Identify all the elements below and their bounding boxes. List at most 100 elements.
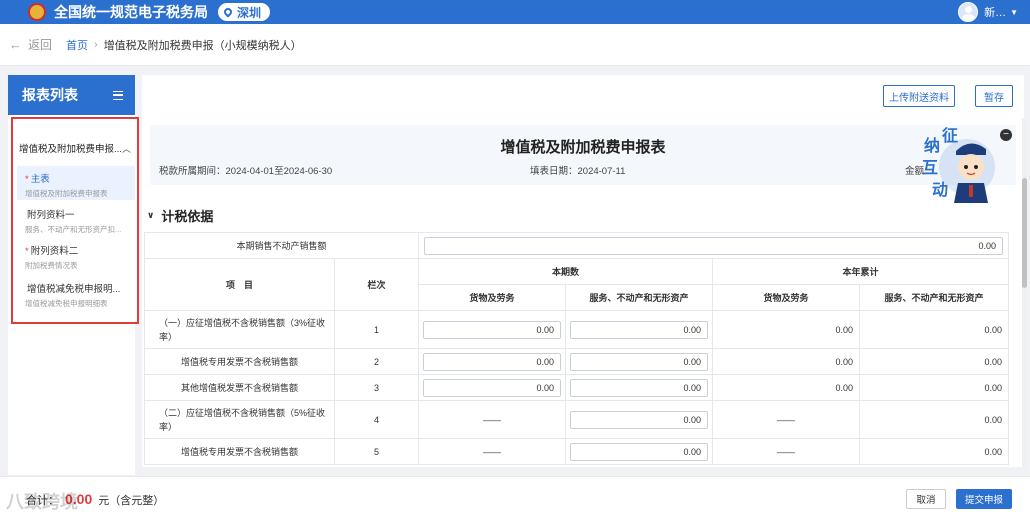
mascot-char: 动 <box>932 181 948 199</box>
sidebar-item-main-form[interactable]: * 主表 增值税及附加税费申报表 <box>17 166 135 200</box>
column-header-service: 服务、不动产和无形资产 <box>565 284 714 311</box>
section-title: 计税依据 <box>161 209 214 224</box>
app-title: 全国统一规范电子税务局 <box>54 4 208 20</box>
chevron-right-icon: › <box>94 38 98 51</box>
sidebar-item-subtitle: 附加税费情况表 <box>25 261 78 270</box>
sidebar-item-subtitle: 增值税减免税申报明细表 <box>25 299 108 308</box>
not-applicable-dash: —— <box>712 400 861 439</box>
table-header-row: 项 目 栏次 本期数 本年累计 <box>144 258 1010 311</box>
form-header: 增值税及附加税费申报表 税款所属期间：2024-04-01至2024-06-30… <box>150 125 1016 185</box>
not-applicable-dash: —— <box>712 438 861 465</box>
sidebar-item-label: 附列资料二 <box>30 246 79 257</box>
sidebar-item-label: 附列资料一 <box>27 210 75 221</box>
fill-date: 填表日期：2024-07-11 <box>530 166 626 177</box>
column-header-current: 本期数 <box>418 258 714 285</box>
arrow-left-icon: ← <box>9 37 22 52</box>
sidebar-item-subtitle: 服务、不动产和无形资产扣... <box>25 225 122 234</box>
report-group-header[interactable]: 增值税及附加税费申报... ︿ <box>19 141 131 156</box>
user-menu[interactable]: 新… ▼ <box>958 2 1018 22</box>
not-applicable-dash: —— <box>418 400 567 439</box>
sidebar-item-subtitle: 增值税及附加税费申报表 <box>25 189 108 198</box>
ytd-goods-value: 0.00 <box>712 310 861 349</box>
watermark-logo: 八致跨境 <box>6 492 78 512</box>
ytd-service-value: 0.00 <box>859 310 1010 349</box>
mascot-char: 纳 <box>924 136 940 155</box>
menu-icon[interactable] <box>113 90 123 100</box>
back-button[interactable]: ← 返回 <box>9 36 52 53</box>
row-item-label: （一）应征增值税不含税销售额（3%征收率） <box>144 310 335 349</box>
breadcrumb-home-link[interactable]: 首页 <box>66 37 88 53</box>
ytd-goods-value: 0.00 <box>712 374 861 401</box>
required-mark: * <box>25 246 29 257</box>
city-selector[interactable]: 深圳 <box>218 3 271 21</box>
mascot-assistant[interactable]: 纳 征 互 动 <box>920 127 1006 203</box>
table-row: 本期销售不动产销售额 0.00 <box>143 232 1010 259</box>
vertical-scrollbar[interactable] <box>1022 118 1027 467</box>
table-row: 其他增值税发票不含税销售额 3 0.00 0.00 0.00 0.00 <box>144 374 1010 401</box>
column-header-service-ytd: 服务、不动产和无形资产 <box>859 284 1010 311</box>
location-pin-icon <box>222 6 234 18</box>
back-label: 返回 <box>28 38 53 52</box>
upload-attachments-button[interactable]: 上传附送资料 <box>883 85 955 107</box>
column-header-line: 栏次 <box>333 258 420 311</box>
required-mark: * <box>25 174 29 185</box>
table-cell: 0.00 <box>418 232 1010 259</box>
report-group-label: 增值税及附加税费申报... <box>19 144 122 155</box>
goods-input[interactable]: 0.00 <box>423 320 562 339</box>
service-input[interactable]: 0.00 <box>570 352 709 371</box>
tax-period: 税款所属期间：2024-04-01至2024-06-30 <box>159 166 333 177</box>
row-line-number: 3 <box>333 374 420 401</box>
table-cell: 本期销售不动产销售额 <box>143 232 420 259</box>
sidebar-item-schedule-2[interactable]: * 附列资料二 附加税费情况表 <box>17 238 135 272</box>
submit-declaration-button[interactable]: 提交申报 <box>956 489 1012 509</box>
chevron-up-icon: ︿ <box>121 143 131 154</box>
mascot-char: 互 <box>922 159 938 177</box>
tax-emblem-icon <box>28 3 46 21</box>
row-item-label: 其他增值税发票不含税销售额 <box>144 374 335 401</box>
main-content: 上传附送资料 暂存 增值税及附加税费申报表 税款所属期间：2024-04-01至… <box>142 75 1024 467</box>
sidebar-item-label: 增值税减免税申报明... <box>27 284 121 295</box>
goods-input[interactable]: 0.00 <box>423 378 562 397</box>
section-header[interactable]: ∨ 计税依据 <box>147 206 213 225</box>
top-bar: 全国统一规范电子税务局 深圳 新… ▼ <box>0 0 1030 24</box>
mascot-char: 征 <box>942 127 958 145</box>
service-input[interactable]: 0.00 <box>570 378 709 397</box>
sidebar-item-schedule-1[interactable]: 附列资料一 服务、不动产和无形资产扣... <box>17 202 135 236</box>
row-item-label: 增值税专用发票不含税销售额 <box>144 438 335 465</box>
ytd-service-value: 0.00 <box>859 348 1010 375</box>
ytd-service-value: 0.00 <box>859 400 1010 439</box>
goods-input[interactable]: 0.00 <box>423 352 562 371</box>
ytd-service-value: 0.00 <box>859 374 1010 401</box>
sidebar-item-reduction-detail[interactable]: 增值税减免税申报明... 增值税减免税申报明细表 <box>17 276 135 310</box>
row-item-label: （二）应征增值税不含税销售额（5%征收率） <box>144 400 335 439</box>
tax-basis-table: 本期销售不动产销售额 0.00 项 目 栏次 本期数 本年累计 货物及劳务 服务… <box>143 232 1010 465</box>
breadcrumb-current: 增值税及附加税费申报（小规模纳税人） <box>103 39 302 52</box>
form-title: 增值税及附加税费申报表 <box>500 139 666 156</box>
save-draft-button[interactable]: 暂存 <box>975 85 1013 107</box>
table-row: 增值税专用发票不含税销售额 5 —— 0.00 —— 0.00 <box>144 438 1010 465</box>
report-list: 增值税及附加税费申报... ︿ * 主表 增值税及附加税费申报表 附列资料一 服务… <box>11 117 139 324</box>
column-header-goods-ytd: 货物及劳务 <box>712 284 861 311</box>
user-name: 新… <box>984 7 1007 19</box>
sidebar-item-label: 主表 <box>30 174 50 185</box>
table-row: （二）应征增值税不含税销售额（5%征收率） 4 —— 0.00 —— 0.00 <box>144 400 1010 439</box>
column-header-goods: 货物及劳务 <box>418 284 567 311</box>
cancel-button[interactable]: 取消 <box>906 489 946 509</box>
service-input[interactable]: 0.00 <box>570 442 709 461</box>
real-estate-sales-input[interactable]: 0.00 <box>424 236 1004 255</box>
breadcrumb: ← 返回 首页 › 增值税及附加税费申报（小规模纳税人） <box>0 24 1030 66</box>
footer-bar: 合计： 0.00 元（含元整） 八致跨境 取消 提交申报 <box>0 476 1030 520</box>
service-input[interactable]: 0.00 <box>570 320 709 339</box>
not-applicable-dash: —— <box>418 438 567 465</box>
avatar <box>958 2 979 22</box>
sidebar-header: 报表列表 <box>8 75 135 115</box>
collapse-mascot-icon[interactable]: − <box>1000 129 1012 141</box>
row-line-number: 1 <box>333 310 420 349</box>
sidebar-title: 报表列表 <box>22 87 78 103</box>
table-row: 增值税专用发票不含税销售额 2 0.00 0.00 0.00 0.00 <box>144 348 1010 375</box>
row-item-label: 增值税专用发票不含税销售额 <box>144 348 335 375</box>
scrollbar-thumb[interactable] <box>1022 178 1027 288</box>
service-input[interactable]: 0.00 <box>570 410 709 429</box>
city-label: 深圳 <box>237 5 262 20</box>
row-line-number: 2 <box>333 348 420 375</box>
